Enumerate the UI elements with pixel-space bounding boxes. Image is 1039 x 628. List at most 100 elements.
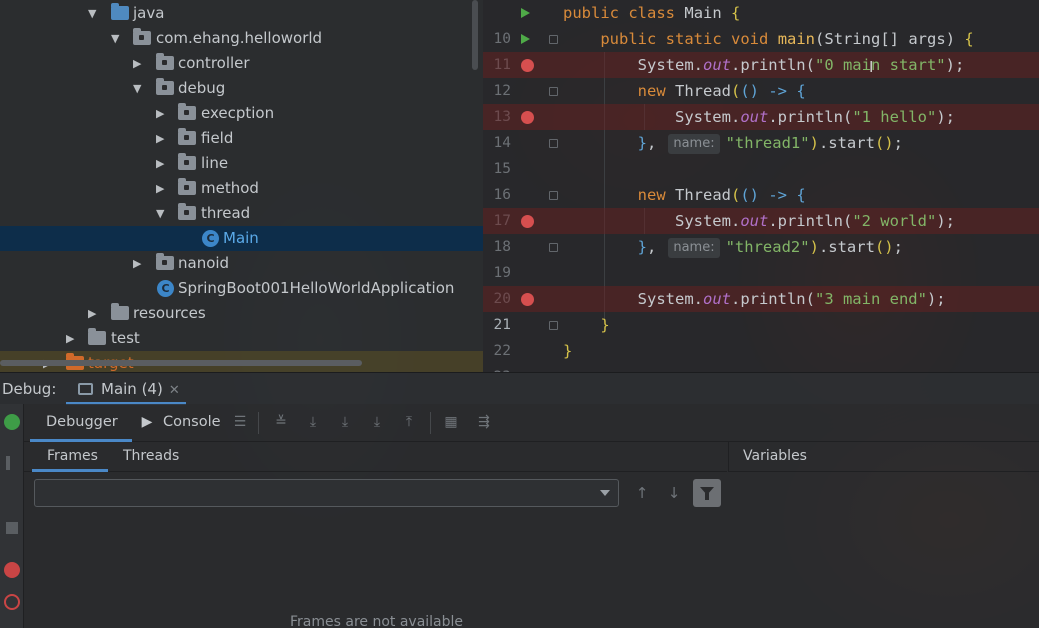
code-line[interactable]: 13 new Thread(() -> { (483, 78, 1039, 125)
chevron-right-icon[interactable]: ▶ (133, 51, 145, 76)
fold-marker-icon[interactable] (549, 321, 558, 330)
tab-frames[interactable]: Frames (47, 448, 98, 464)
code-line-breakpoint[interactable]: 18 System.out.println("2 world"); (483, 208, 1039, 255)
chevron-down-icon[interactable]: ▼ (111, 26, 123, 51)
tree-item-label: SpringBoot001HelloWorldApplication (178, 279, 455, 297)
code-line[interactable]: 11 public static void main(String[] args… (483, 26, 1039, 73)
tree-item-controller[interactable]: ▶ controller (0, 51, 483, 76)
code-text: System.out.println("0 main start"); (637, 56, 965, 74)
tree-item-execption[interactable]: ▶ execption (0, 101, 483, 126)
tab-underline (32, 469, 108, 472)
code-line[interactable]: 20 (483, 260, 1039, 307)
java-class-icon: C (202, 230, 219, 247)
code-text: new Thread(() -> { (637, 186, 806, 204)
chevron-right-icon[interactable]: ▶ (156, 151, 168, 176)
arrow-up-icon[interactable]: ↑ (632, 483, 652, 503)
tree-item-label: controller (178, 54, 250, 72)
breakpoint-icon[interactable] (521, 215, 534, 228)
thread-select[interactable] (34, 479, 619, 507)
code-line[interactable]: 15 }, name: "thread1").start(); (483, 130, 1039, 177)
chevron-right-icon[interactable]: ▶ (66, 326, 78, 351)
chevron-down-icon[interactable]: ▼ (156, 201, 168, 226)
fold-marker-icon[interactable] (549, 87, 558, 96)
force-step-into-icon[interactable]: ⤓ (368, 414, 386, 430)
tree-item-package[interactable]: ▼ com.ehang.helloworld (0, 26, 483, 51)
frames-threads-tabs: Frames Threads (24, 442, 727, 472)
ide-window: ▼ java ▼ com.ehang.helloworld ▶ controll… (0, 0, 1039, 628)
folder-icon (88, 328, 106, 345)
chevron-right-icon[interactable]: ▶ (156, 176, 168, 201)
trace-stream-icon[interactable]: ⇶ (475, 414, 493, 430)
evaluate-expression-icon[interactable]: ▦ (442, 414, 460, 430)
bug-icon[interactable] (4, 414, 20, 430)
tree-item-resources[interactable]: ▶ resources (0, 301, 483, 326)
tree-item-thread[interactable]: ▼ thread (0, 201, 483, 226)
debug-title: Debug: (2, 380, 57, 398)
code-line[interactable]: 22 } (483, 312, 1039, 359)
chevron-right-icon[interactable]: ▶ (88, 301, 100, 326)
code-line-breakpoint[interactable]: 14 System.out.println("1 hello"); (483, 104, 1039, 151)
fold-marker-icon[interactable] (549, 139, 558, 148)
chevron-down-icon[interactable]: ▼ (133, 76, 145, 101)
chevron-down-icon[interactable] (600, 490, 610, 496)
tree-item-label: test (111, 329, 140, 347)
run-gutter-icon[interactable] (521, 8, 530, 18)
view-breakpoints-icon[interactable] (4, 562, 20, 578)
tree-item-main[interactable]: C Main (0, 226, 483, 251)
code-line[interactable]: 17 new Thread(() -> { (483, 182, 1039, 229)
run-gutter-icon[interactable] (521, 34, 530, 44)
parameter-hint: name: (668, 238, 720, 258)
close-icon[interactable]: ✕ (169, 383, 180, 398)
code-text: } (600, 316, 610, 334)
code-line[interactable]: 16 (483, 156, 1039, 203)
tree-item-springboot-app[interactable]: C SpringBoot001HelloWorldApplication (0, 276, 483, 301)
resources-folder-icon (111, 303, 129, 320)
chevron-right-icon[interactable]: ▶ (133, 251, 145, 276)
code-editor[interactable]: 10 public class Main { 11 public static … (483, 0, 1039, 372)
code-line-breakpoint[interactable]: 21 System.out.println("3 main end"); (483, 286, 1039, 333)
code-line[interactable]: 23 } (483, 338, 1039, 372)
tree-scrollbar-vertical[interactable] (472, 0, 478, 70)
fold-marker-icon[interactable] (549, 243, 558, 252)
tree-item-nanoid[interactable]: ▶ nanoid (0, 251, 483, 276)
code-line-breakpoint[interactable]: 12 System.out.println("0 main start"); (483, 52, 1039, 99)
chevron-right-icon[interactable]: ▶ (156, 101, 168, 126)
tab-console[interactable]: Console (163, 414, 221, 430)
code-text: }, name: "thread1").start(); (637, 134, 903, 154)
tree-scrollbar-horizontal[interactable] (0, 360, 362, 366)
tree-item-java[interactable]: ▼ java (0, 1, 483, 26)
pause-icon[interactable] (6, 456, 10, 470)
code-line[interactable]: 10 public class Main { (483, 0, 1039, 47)
tree-item-label: nanoid (178, 254, 230, 272)
tree-item-field[interactable]: ▶ field (0, 126, 483, 151)
tree-item-test[interactable]: ▶ test (0, 326, 483, 351)
chevron-down-icon[interactable]: ▼ (88, 1, 100, 26)
breakpoint-icon[interactable] (521, 59, 534, 72)
menu-icon[interactable]: ☰ (231, 414, 249, 430)
fold-marker-icon[interactable] (549, 191, 558, 200)
breakpoint-icon[interactable] (521, 111, 534, 124)
show-execution-point-icon[interactable]: ≚ (272, 414, 290, 430)
tab-threads[interactable]: Threads (123, 448, 179, 464)
tree-item-debug[interactable]: ▼ debug (0, 76, 483, 101)
tree-item-line[interactable]: ▶ line (0, 151, 483, 176)
mute-breakpoints-icon[interactable] (4, 594, 20, 610)
frames-empty-message: Frames are not available (290, 614, 464, 628)
tab-debugger[interactable]: Debugger (46, 414, 118, 430)
code-text: } (563, 342, 573, 360)
step-over-icon[interactable]: ⤓ (304, 414, 322, 430)
code-text: System.out.println("1 hello"); (674, 108, 955, 126)
arrow-down-icon[interactable]: ↓ (664, 483, 684, 503)
stop-icon[interactable] (6, 522, 18, 534)
step-into-icon[interactable]: ⤓ (336, 414, 354, 430)
chevron-right-icon[interactable]: ▶ (156, 126, 168, 151)
filter-icon[interactable] (693, 479, 721, 507)
fold-marker-icon[interactable] (549, 35, 558, 44)
debug-session-tab[interactable]: Main (4) ✕ (78, 380, 180, 398)
run-to-cursor-icon[interactable] (402, 414, 420, 430)
package-icon (178, 103, 196, 120)
tree-item-label: thread (201, 204, 251, 222)
tree-item-method[interactable]: ▶ method (0, 176, 483, 201)
breakpoint-icon[interactable] (521, 293, 534, 306)
code-line[interactable]: 19 }, name: "thread2").start(); (483, 234, 1039, 281)
